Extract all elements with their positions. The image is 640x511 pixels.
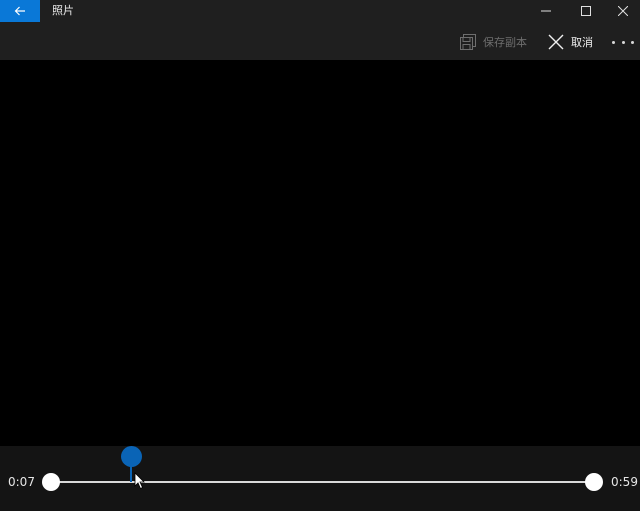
trim-bar: 0:07 0:59 — [0, 446, 640, 511]
save-copy-icon — [460, 34, 476, 50]
save-copy-label: 保存副本 — [483, 36, 527, 49]
start-time: 0:07 — [8, 475, 35, 489]
more-options-button[interactable] — [612, 34, 634, 50]
cancel-label: 取消 — [571, 36, 593, 49]
cancel-x-icon — [548, 34, 564, 50]
end-time: 0:59 — [611, 475, 638, 489]
mouse-pointer-icon — [134, 472, 145, 490]
trim-end-handle[interactable] — [585, 473, 603, 491]
back-button[interactable] — [0, 0, 40, 22]
maximize-button[interactable] — [566, 0, 606, 22]
more-ellipsis-icon — [612, 40, 615, 44]
back-arrow-icon — [14, 6, 25, 16]
more-ellipsis-icon — [631, 40, 634, 44]
close-icon — [618, 6, 628, 16]
save-copy-button[interactable]: 保存副本 — [460, 32, 527, 52]
minimize-button[interactable] — [526, 0, 566, 22]
app-title: 照片 — [52, 4, 74, 17]
trim-start-handle[interactable] — [42, 473, 60, 491]
title-bar: 照片 — [0, 0, 640, 22]
playhead-handle[interactable] — [121, 446, 142, 467]
playhead-line — [130, 466, 132, 482]
video-preview[interactable] — [0, 60, 640, 446]
minimize-icon — [541, 10, 551, 12]
more-ellipsis-icon — [621, 40, 625, 44]
cancel-button[interactable]: 取消 — [548, 32, 593, 52]
command-bar: 保存副本 取消 — [0, 22, 640, 60]
close-window-button[interactable] — [606, 0, 640, 22]
maximize-icon — [581, 6, 591, 16]
